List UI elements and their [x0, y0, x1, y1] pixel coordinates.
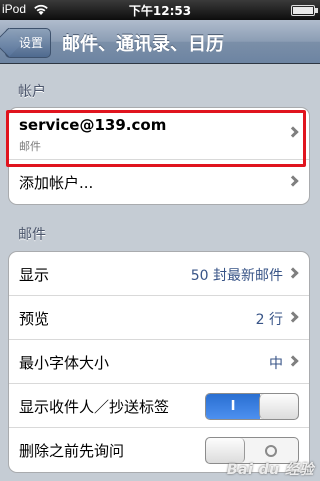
show-to-cc-row: 显示收件人／抄送标签 I — [9, 384, 309, 428]
battery-tip — [315, 8, 318, 13]
toggle-knob — [259, 394, 298, 419]
add-account-row[interactable]: 添加帐户... — [9, 160, 309, 204]
page-title: 邮件、通讯录、日历 — [62, 34, 224, 55]
chevron-right-icon — [287, 126, 299, 138]
chevron-right-icon — [287, 311, 299, 323]
chevron-right-icon — [287, 267, 299, 279]
status-time: 下午12:53 — [128, 4, 192, 18]
show-messages-label: 显示 — [19, 266, 50, 284]
back-button-label: 设置 — [19, 36, 44, 50]
show-to-cc-label: 显示收件人／抄送标签 — [19, 398, 170, 416]
status-bar: iPod 下午12:53 — [0, 0, 320, 20]
show-messages-row[interactable]: 显示 50 封最新邮件 — [9, 252, 309, 296]
watermark: Bai du 经验 — [226, 462, 314, 478]
battery-icon — [291, 5, 315, 16]
ask-before-delete-label: 删除之前先询问 — [19, 442, 125, 460]
minimum-font-size-row[interactable]: 最小字体大小 中 — [9, 340, 309, 384]
preview-row[interactable]: 预览 2 行 — [9, 296, 309, 340]
minimum-font-size-value: 中 — [269, 356, 283, 372]
account-email: service@139.com — [19, 116, 167, 134]
chevron-right-icon — [287, 175, 299, 187]
add-account-label: 添加帐户... — [19, 174, 94, 192]
accounts-group: service@139.com 邮件 添加帐户... — [8, 107, 310, 205]
back-button[interactable]: 设置 — [5, 28, 51, 58]
preview-label: 预览 — [19, 310, 50, 328]
mail-section-header: 邮件 — [18, 227, 46, 243]
navigation-bar: 设置 邮件、通讯录、日历 — [0, 20, 320, 64]
mail-settings-group: 显示 50 封最新邮件 预览 2 行 最小字体大小 中 显示收件人／抄送标签 I… — [8, 251, 310, 473]
account-row-service[interactable]: service@139.com 邮件 — [9, 108, 309, 160]
show-messages-value: 50 封最新邮件 — [190, 268, 283, 284]
account-type: 邮件 — [19, 140, 41, 153]
chevron-right-icon — [287, 355, 299, 367]
show-to-cc-toggle[interactable]: I — [205, 393, 299, 420]
toggle-on-indicator: I — [206, 394, 260, 419]
preview-value: 2 行 — [255, 312, 283, 328]
accounts-section-header: 帐户 — [18, 84, 46, 100]
minimum-font-size-label: 最小字体大小 — [19, 354, 110, 372]
